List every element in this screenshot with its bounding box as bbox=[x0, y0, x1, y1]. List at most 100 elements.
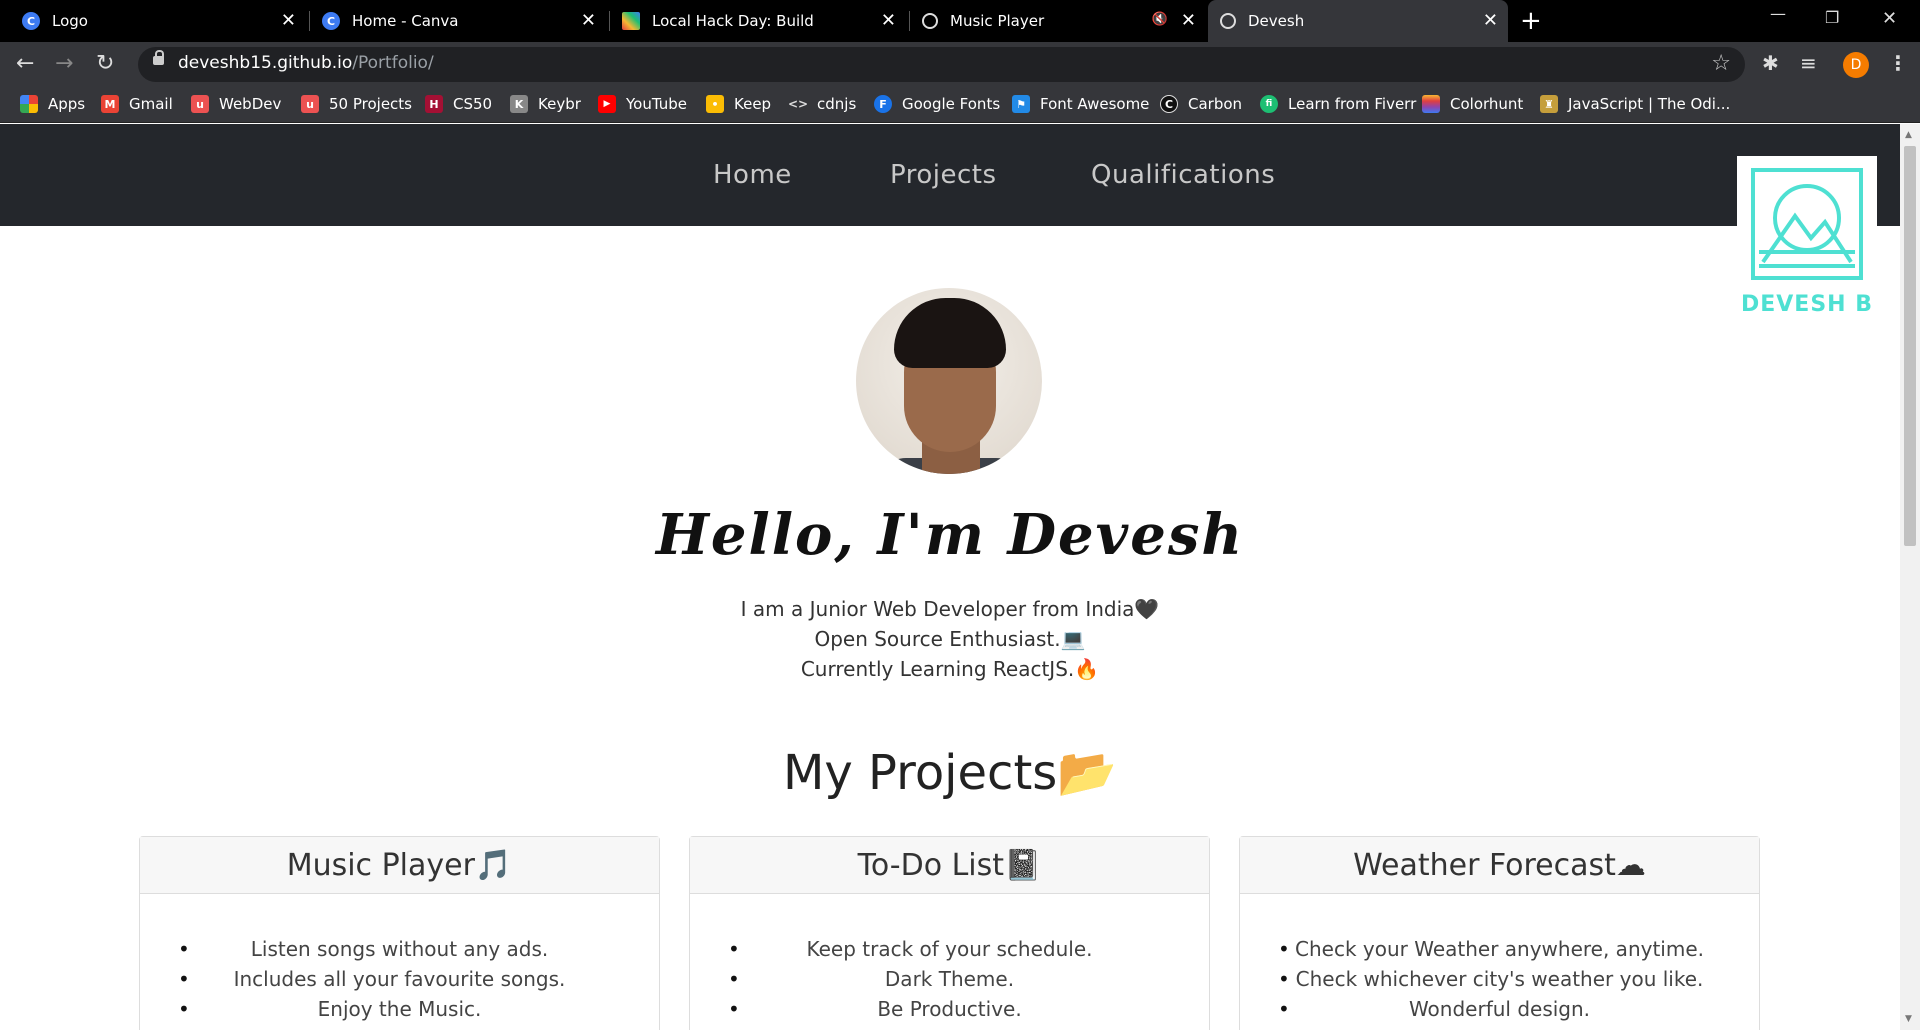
reload-button[interactable]: ↻ bbox=[96, 50, 114, 78]
card-feature-list: Listen songs without any ads. Includes a… bbox=[140, 894, 659, 1024]
bookmark-keybr[interactable]: K Keybr bbox=[510, 95, 581, 113]
card-feature-list: Check your Weather anywhere, anytime. Ch… bbox=[1240, 894, 1759, 1024]
bookmark-star-icon[interactable]: ☆ bbox=[1711, 51, 1731, 76]
project-card-weather-forecast[interactable]: Weather Forecast☁ Check your Weather any… bbox=[1239, 836, 1760, 1030]
page-viewport: Home Projects Qualifications DEVESH B He… bbox=[0, 124, 1900, 1030]
colorhunt-icon bbox=[1422, 95, 1440, 113]
tab-logo[interactable]: C Logo ✕ bbox=[10, 0, 306, 42]
canva-icon: C bbox=[322, 12, 340, 30]
tab-devesh[interactable]: Devesh ✕ bbox=[1208, 0, 1508, 42]
site-logo[interactable]: DEVESH B bbox=[1737, 156, 1877, 336]
card-title: To-Do List📓 bbox=[690, 837, 1209, 894]
mlh-icon bbox=[622, 12, 640, 30]
list-item: Check whichever city's weather you like. bbox=[1240, 964, 1759, 994]
mountain-logo-icon bbox=[1751, 168, 1863, 280]
bookmark-keep[interactable]: • Keep bbox=[706, 95, 771, 113]
list-item: Dark Theme. bbox=[690, 964, 1209, 994]
tab-music-player[interactable]: Music Player 🔇 ✕ bbox=[910, 0, 1206, 42]
odin-icon: ♜ bbox=[1540, 95, 1558, 113]
back-button[interactable]: ← bbox=[16, 50, 34, 78]
list-item: Be Productive. bbox=[690, 994, 1209, 1024]
new-tab-button[interactable]: + bbox=[1520, 8, 1542, 34]
muted-speaker-icon[interactable]: 🔇 bbox=[1152, 12, 1168, 27]
bookmark-fiverr[interactable]: fi Learn from Fiverr bbox=[1260, 95, 1416, 113]
keybr-icon: K bbox=[510, 95, 528, 113]
card-feature-list: Keep track of your schedule. Dark Theme.… bbox=[690, 894, 1209, 1024]
bookmark-carbon[interactable]: C Carbon bbox=[1160, 95, 1242, 113]
bookmark-cdnjs[interactable]: <> cdnjs bbox=[787, 95, 856, 113]
intro-line: Open Source Enthusiast.💻 bbox=[814, 627, 1086, 651]
tab-title: Home - Canva bbox=[352, 12, 459, 30]
tab-home-canva[interactable]: C Home - Canva ✕ bbox=[310, 0, 606, 42]
list-item: Wonderful design. bbox=[1240, 994, 1759, 1024]
projects-heading: My Projects📂 bbox=[782, 745, 1118, 801]
bookmark-webdev[interactable]: u WebDev bbox=[191, 95, 281, 113]
bookmark-odin[interactable]: ♜ JavaScript | The Odi... bbox=[1540, 95, 1730, 113]
udemy-icon: u bbox=[301, 95, 319, 113]
bookmark-colorhunt[interactable]: Colorhunt bbox=[1422, 95, 1523, 113]
fiverr-icon: fi bbox=[1260, 95, 1278, 113]
list-item: Enjoy the Music. bbox=[140, 994, 659, 1024]
nav-link-projects[interactable]: Projects bbox=[890, 160, 997, 190]
nav-link-qualifications[interactable]: Qualifications bbox=[1091, 160, 1275, 190]
forward-button[interactable]: → bbox=[55, 50, 73, 78]
google-fonts-icon: F bbox=[874, 95, 892, 113]
scrollbar-thumb[interactable] bbox=[1904, 146, 1916, 546]
youtube-icon: ▶ bbox=[598, 95, 616, 113]
code-icon: <> bbox=[787, 97, 809, 111]
url-text: deveshb15.github.io/Portfolio/ bbox=[178, 53, 434, 73]
hero-title: Hello, I'm Devesh bbox=[655, 502, 1245, 568]
tab-local-hack-day[interactable]: Local Hack Day: Build ✕ bbox=[610, 0, 906, 42]
menu-kebab-icon[interactable]: ⋮ bbox=[1888, 51, 1908, 75]
close-icon[interactable]: ✕ bbox=[581, 11, 596, 31]
carbon-icon: C bbox=[1160, 95, 1178, 113]
media-control-icon[interactable]: ≡ bbox=[1800, 51, 1817, 75]
canva-icon: C bbox=[22, 12, 40, 30]
list-item: Includes all your favourite songs. bbox=[140, 964, 659, 994]
bookmark-font-awesome[interactable]: ⚑ Font Awesome bbox=[1012, 95, 1149, 113]
keep-icon: • bbox=[706, 95, 724, 113]
logo-text: DEVESH B bbox=[1740, 292, 1874, 317]
address-bar[interactable]: deveshb15.github.io/Portfolio/ ☆ bbox=[138, 47, 1745, 82]
tab-title: Local Hack Day: Build bbox=[652, 12, 814, 30]
close-window-button[interactable]: ✕ bbox=[1882, 8, 1897, 29]
list-item: Keep track of your schedule. bbox=[690, 934, 1209, 964]
browser-tab-bar: C Logo ✕ C Home - Canva ✕ Local Hack Day… bbox=[0, 0, 1920, 42]
bookmark-apps[interactable]: Apps bbox=[20, 95, 85, 113]
intro-text: I am a Junior Web Developer from India🖤 … bbox=[0, 594, 1900, 684]
udemy-icon: u bbox=[191, 95, 209, 113]
list-item: Check your Weather anywhere, anytime. bbox=[1240, 934, 1759, 964]
project-card-todo-list[interactable]: To-Do List📓 Keep track of your schedule.… bbox=[689, 836, 1210, 1030]
intro-line: I am a Junior Web Developer from India🖤 bbox=[740, 597, 1160, 621]
restore-button[interactable]: ❐ bbox=[1825, 8, 1839, 27]
extensions-icon[interactable]: ✱ bbox=[1762, 51, 1779, 75]
close-icon[interactable]: ✕ bbox=[281, 11, 296, 31]
bookmark-youtube[interactable]: ▶ YouTube bbox=[598, 95, 687, 113]
tab-title: Music Player bbox=[950, 12, 1045, 30]
profile-photo bbox=[856, 288, 1042, 474]
close-icon[interactable]: ✕ bbox=[1181, 11, 1196, 31]
bookmarks-bar: Apps M Gmail u WebDev u 50 Projects H CS… bbox=[0, 87, 1920, 123]
list-item: Listen songs without any ads. bbox=[140, 934, 659, 964]
site-navbar: Home Projects Qualifications bbox=[0, 124, 1900, 226]
card-title: Weather Forecast☁ bbox=[1240, 837, 1759, 894]
intro-line: Currently Learning ReactJS.🔥 bbox=[800, 657, 1100, 681]
bookmark-cs50[interactable]: H CS50 bbox=[425, 95, 492, 113]
minimize-button[interactable]: — bbox=[1770, 4, 1786, 23]
scroll-up-arrow-icon[interactable]: ▲ bbox=[1905, 130, 1912, 140]
page-scrollbar[interactable]: ▲ ▼ bbox=[1900, 124, 1920, 1030]
scroll-down-arrow-icon[interactable]: ▼ bbox=[1905, 1014, 1912, 1024]
tab-title: Devesh bbox=[1248, 12, 1305, 30]
project-card-music-player[interactable]: Music Player🎵 Listen songs without any a… bbox=[139, 836, 660, 1030]
globe-icon bbox=[1220, 13, 1236, 29]
nav-link-home[interactable]: Home bbox=[713, 160, 792, 190]
bookmark-50-projects[interactable]: u 50 Projects bbox=[301, 95, 412, 113]
profile-avatar[interactable]: D bbox=[1843, 52, 1869, 78]
gmail-icon: M bbox=[101, 95, 119, 113]
harvard-icon: H bbox=[425, 95, 443, 113]
close-icon[interactable]: ✕ bbox=[1483, 11, 1498, 31]
close-icon[interactable]: ✕ bbox=[881, 11, 896, 31]
bookmark-gmail[interactable]: M Gmail bbox=[101, 95, 173, 113]
lock-icon bbox=[153, 50, 164, 65]
bookmark-google-fonts[interactable]: F Google Fonts bbox=[874, 95, 1000, 113]
